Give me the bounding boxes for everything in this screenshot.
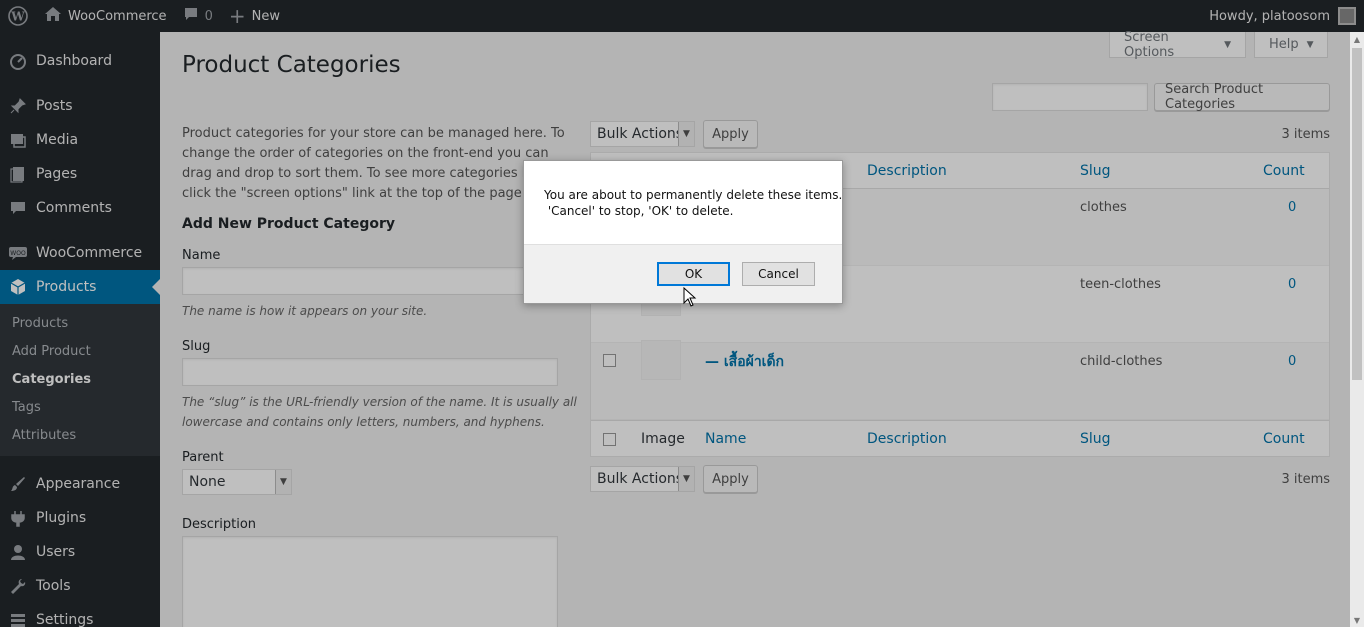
scroll-up-icon[interactable]: ▲ <box>1350 32 1364 46</box>
mouse-cursor-icon <box>683 286 697 311</box>
cancel-button[interactable]: Cancel <box>742 262 815 286</box>
ok-button[interactable]: OK <box>657 262 730 286</box>
modal-overlay <box>0 0 1364 627</box>
scrollbar[interactable]: ▲ ▼ <box>1350 32 1364 627</box>
dialog-message: You are about to permanently delete thes… <box>544 188 843 218</box>
scrollbar-thumb[interactable] <box>1352 48 1362 380</box>
scroll-down-icon[interactable]: ▼ <box>1350 613 1364 627</box>
confirm-dialog: You are about to permanently delete thes… <box>523 160 843 304</box>
